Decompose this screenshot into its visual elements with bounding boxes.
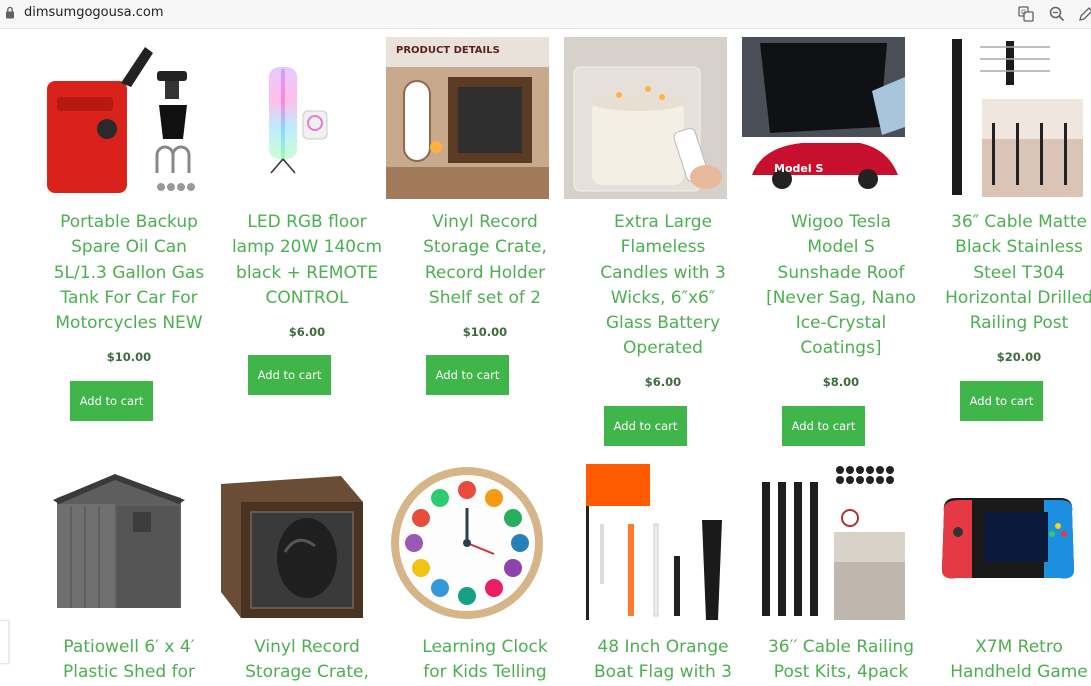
product-image[interactable] [564, 462, 727, 624]
edit-icon[interactable] [1076, 4, 1091, 24]
product-image[interactable] [211, 462, 374, 624]
add-to-cart-button[interactable]: Add to cart [960, 381, 1043, 421]
zoom-icon[interactable] [1047, 4, 1067, 24]
product-title[interactable]: 36″ Cable Matte Black Stainless Steel T304… [908, 210, 1091, 336]
address-bar[interactable]: dimsumgogousa.com G [0, 0, 1091, 29]
product-image[interactable] [920, 37, 1083, 199]
url-text[interactable]: dimsumgogousa.com [24, 5, 164, 20]
product-price: $10.00 [106, 350, 152, 364]
product-price: $20.00 [996, 350, 1042, 364]
product-image[interactable] [33, 462, 196, 624]
add-to-cart-button[interactable]: Add to cart [248, 355, 331, 395]
product-image[interactable]: Model S [742, 37, 905, 199]
svg-text:G: G [1021, 9, 1026, 17]
add-to-cart-button[interactable]: Add to cart [426, 355, 509, 395]
product-image[interactable] [33, 37, 196, 199]
side-tab[interactable] [0, 620, 9, 664]
product-image[interactable]: PRODUCT DETAILS [386, 37, 549, 199]
product-image[interactable] [564, 37, 727, 199]
product-title[interactable]: X7M Retro Handheld Game [908, 635, 1091, 686]
image-text: Model S [774, 162, 823, 175]
add-to-cart-button[interactable]: Add to cart [604, 406, 687, 446]
product-image[interactable] [742, 462, 905, 624]
lock-icon[interactable] [5, 6, 15, 19]
add-to-cart-button[interactable]: Add to cart [782, 406, 865, 446]
add-to-cart-button[interactable]: Add to cart [70, 381, 153, 421]
translate-icon[interactable]: G [1016, 4, 1036, 24]
image-text: PRODUCT DETAILS [396, 45, 500, 56]
product-image[interactable] [211, 37, 374, 199]
product-price: $8.00 [822, 375, 860, 389]
product-image[interactable] [386, 462, 549, 624]
product-image[interactable] [920, 462, 1083, 624]
